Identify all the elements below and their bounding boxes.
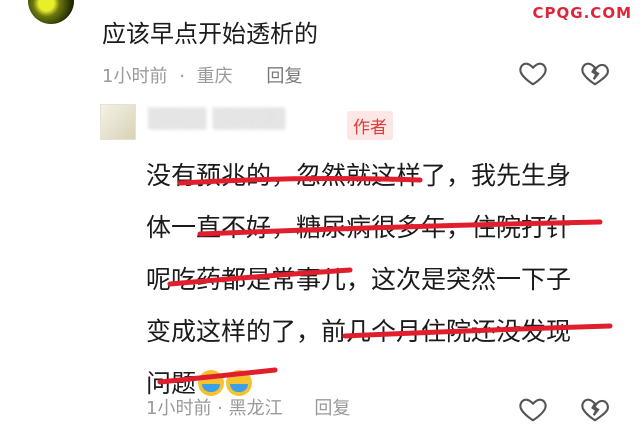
broken-heart-icon[interactable] bbox=[580, 58, 610, 88]
reply-text: 没有预兆的，忽然就这样了，我先生身 体一直不好，糖尿病很多年，住院打针 呢吃药都… bbox=[146, 150, 626, 410]
reply-line: 没有预兆的，忽然就这样了，我先生身 bbox=[146, 161, 572, 190]
commenter-avatar[interactable] bbox=[28, 0, 74, 24]
author-badge: 作者 bbox=[347, 111, 393, 140]
reply-time: 1小时前 bbox=[146, 398, 212, 419]
reply-location: 黑龙江 bbox=[228, 398, 283, 419]
reply-meta: 1小时前 · 黑龙江 回复 bbox=[146, 394, 350, 420]
author-avatar[interactable] bbox=[100, 104, 136, 140]
meta-dot: · bbox=[217, 398, 223, 419]
crying-face-emoji bbox=[198, 370, 225, 396]
broken-heart-icon[interactable] bbox=[580, 394, 610, 424]
meta-dot: · bbox=[179, 66, 185, 87]
like-heart-icon[interactable] bbox=[518, 394, 548, 424]
reply-line: 变成这样的了，前几个月住院还没发现 bbox=[146, 317, 572, 346]
reply-button[interactable]: 回复 bbox=[314, 398, 350, 419]
like-heart-icon[interactable] bbox=[518, 58, 548, 88]
comment-meta: 1小时前 · 重庆 回复 bbox=[102, 62, 308, 88]
author-name-obscured[interactable]: ▒▒▒▒ ▒▒▒▒▒ bbox=[148, 108, 348, 134]
site-watermark: CPQG.COM bbox=[532, 4, 632, 22]
comment-text: 应该早点开始透析的 bbox=[102, 20, 318, 48]
comment-time: 1小时前 bbox=[102, 66, 168, 87]
reply-button[interactable]: 回复 bbox=[266, 66, 302, 87]
reply-line: 呢吃药都是常事儿，这次是突然一下子 bbox=[146, 265, 572, 294]
comment-location: 重庆 bbox=[196, 66, 233, 87]
crying-face-emoji bbox=[226, 370, 253, 396]
reply-line: 体一直不好，糖尿病很多年，住院打针 bbox=[146, 213, 572, 242]
